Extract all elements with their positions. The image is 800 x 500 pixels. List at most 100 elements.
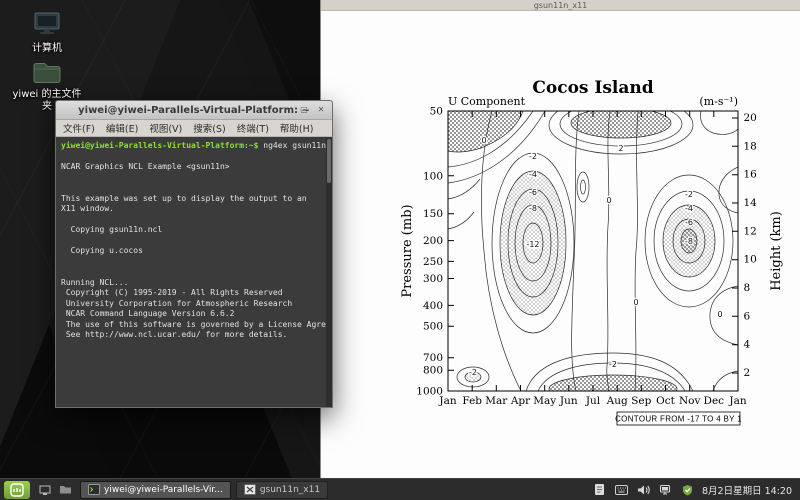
- terminal-icon: [88, 484, 100, 495]
- desktop-icon-label: 计算机: [12, 43, 82, 55]
- svg-text:Dec: Dec: [704, 395, 725, 407]
- svg-text:6: 6: [744, 310, 751, 322]
- volume-icon[interactable]: [636, 482, 651, 497]
- clipboard-tray-icon[interactable]: [592, 482, 607, 497]
- window-controls: ─ ▢ ✕: [280, 103, 328, 117]
- update-shield-icon[interactable]: [680, 482, 695, 497]
- menu-item-file[interactable]: 文件(F): [63, 121, 95, 135]
- svg-text:800: 800: [423, 365, 443, 377]
- svg-text:0: 0: [606, 196, 611, 205]
- terminal-window: yiwei@yiwei-Parallels-Virtual-Platform: …: [55, 100, 333, 408]
- svg-text:8: 8: [744, 282, 751, 294]
- terminal-line: X11 window.: [61, 204, 327, 215]
- svg-text:16: 16: [744, 169, 758, 181]
- terminal-line: Copying gsun11n.ncl: [61, 225, 327, 236]
- svg-text:-4: -4: [685, 204, 693, 213]
- x11-app-icon: [244, 484, 256, 495]
- folder-icon: [32, 60, 62, 84]
- svg-text:0: 0: [481, 136, 486, 145]
- taskbar-clock[interactable]: 8月2日星期日 14:20: [702, 483, 792, 497]
- svg-text:200: 200: [423, 235, 443, 247]
- terminal-titlebar[interactable]: yiwei@yiwei-Parallels-Virtual-Platform: …: [56, 101, 332, 120]
- terminal-line: Copyright (C) 1995-2019 - All Rights Res…: [61, 288, 327, 299]
- svg-text:Oct: Oct: [656, 395, 675, 407]
- svg-text:14: 14: [744, 197, 758, 209]
- terminal-scrollbar[interactable]: [326, 138, 332, 407]
- svg-text:Jun: Jun: [559, 395, 578, 407]
- terminal-line: This example was set up to display the o…: [61, 194, 327, 205]
- svg-text:250: 250: [423, 256, 443, 268]
- show-desktop-button[interactable]: [35, 481, 55, 499]
- svg-text:Aug: Aug: [606, 395, 628, 407]
- taskbar-window-x11[interactable]: gsun11n_x11: [236, 481, 328, 499]
- x-axis-tick-labels: Jan Feb Mar Apr May Jun Jul Aug Sep Oct …: [438, 395, 746, 407]
- svg-text:-6: -6: [685, 218, 693, 227]
- terminal-line: [61, 257, 327, 268]
- computer-icon: [32, 12, 62, 38]
- terminal-line: NCAR Graphics NCL Example <gsun11n>: [61, 162, 327, 173]
- y-axis-label-left: Pressure (mb): [400, 204, 415, 297]
- taskbar-window-terminal[interactable]: yiwei@yiwei-Parallels-Vir...: [80, 481, 231, 499]
- svg-text:12: 12: [744, 225, 757, 237]
- x11-window: gsun11n_x11 Cocos Island U Component (m-…: [320, 0, 800, 478]
- menu-item-edit[interactable]: 编辑(E): [106, 121, 138, 135]
- x11-window-title: gsun11n_x11: [534, 1, 588, 10]
- menu-item-search[interactable]: 搜索(S): [193, 121, 225, 135]
- svg-text:700: 700: [423, 352, 443, 364]
- terminal-prompt-line: yiwei@yiwei-Parallels-Virtual-Platform:~…: [61, 141, 327, 152]
- terminal-line: [61, 215, 327, 226]
- svg-text:Nov: Nov: [679, 395, 701, 407]
- svg-text:-2: -2: [609, 360, 617, 369]
- svg-text:500: 500: [423, 321, 443, 333]
- maximize-icon[interactable]: ▢: [297, 103, 311, 117]
- svg-text:0: 0: [717, 310, 722, 319]
- svg-text:-4: -4: [529, 170, 537, 179]
- svg-text:4: 4: [744, 339, 751, 351]
- menu-item-terminal[interactable]: 终端(T): [237, 121, 269, 135]
- svg-text:150: 150: [423, 208, 443, 220]
- close-icon[interactable]: ✕: [314, 103, 328, 117]
- network-icon[interactable]: [658, 482, 673, 497]
- svg-text:2: 2: [744, 367, 751, 379]
- terminal-line: [61, 183, 327, 194]
- files-launcher-button[interactable]: [55, 481, 75, 499]
- scrollbar-thumb[interactable]: [327, 139, 331, 183]
- files-icon: [59, 484, 72, 495]
- minimize-icon[interactable]: ─: [280, 103, 294, 117]
- svg-text:0: 0: [633, 298, 638, 307]
- terminal-line: [61, 267, 327, 278]
- x11-titlebar[interactable]: gsun11n_x11: [321, 0, 800, 11]
- input-method-tray-icon[interactable]: [614, 482, 629, 497]
- x11-canvas: Cocos Island U Component (m-s⁻¹) Pressur…: [321, 11, 800, 478]
- terminal-line: See http://www.ncl.ucar.edu/ for more de…: [61, 330, 327, 341]
- svg-text:Jul: Jul: [585, 395, 601, 407]
- terminal-line: Copying u.cocos: [61, 246, 327, 257]
- svg-text:-12: -12: [526, 240, 539, 249]
- contour-plot: Cocos Island U Component (m-s⁻¹) Pressur…: [321, 71, 800, 446]
- shell-command: ng4ex gsun11n: [258, 141, 325, 150]
- svg-text:1000: 1000: [416, 386, 443, 398]
- terminal-menubar: 文件(F) 编辑(E) 视图(V) 搜索(S) 终端(T) 帮助(H): [56, 120, 332, 137]
- mint-logo-icon: [10, 483, 24, 497]
- terminal-line: [61, 173, 327, 184]
- y-axis-right-tick-labels: 20 18 16 14 12 10 8 6 4 2: [744, 112, 758, 379]
- y-axis-left-tick-labels: 50 100 150 200 250 300 400 500 700 800 1…: [416, 106, 443, 398]
- svg-text:Jan: Jan: [728, 395, 746, 407]
- svg-text:100: 100: [423, 170, 443, 182]
- terminal-line: NCAR Command Language Version 6.6.2: [61, 309, 327, 320]
- menu-item-view[interactable]: 视图(V): [149, 121, 182, 135]
- mint-menu-button[interactable]: [4, 481, 30, 499]
- svg-text:-8: -8: [529, 204, 537, 213]
- desktop-icon-computer[interactable]: 计算机: [12, 12, 82, 55]
- plot-subtitle-left: U Component: [448, 95, 526, 108]
- terminal-output[interactable]: yiwei@yiwei-Parallels-Virtual-Platform:~…: [56, 138, 332, 407]
- svg-text:Sep: Sep: [631, 395, 651, 407]
- taskbar-window-label: yiwei@yiwei-Parallels-Vir...: [104, 485, 223, 495]
- svg-text:10: 10: [744, 254, 757, 266]
- contour-info-box: CONTOUR FROM -17 TO 4 BY 1: [615, 412, 742, 425]
- menu-item-help[interactable]: 帮助(H): [280, 121, 314, 135]
- svg-text:Feb: Feb: [462, 395, 482, 407]
- shell-prompt: yiwei@yiwei-Parallels-Virtual-Platform:~…: [61, 141, 258, 150]
- svg-text:-2: -2: [469, 368, 477, 377]
- taskbar-window-label: gsun11n_x11: [260, 485, 320, 495]
